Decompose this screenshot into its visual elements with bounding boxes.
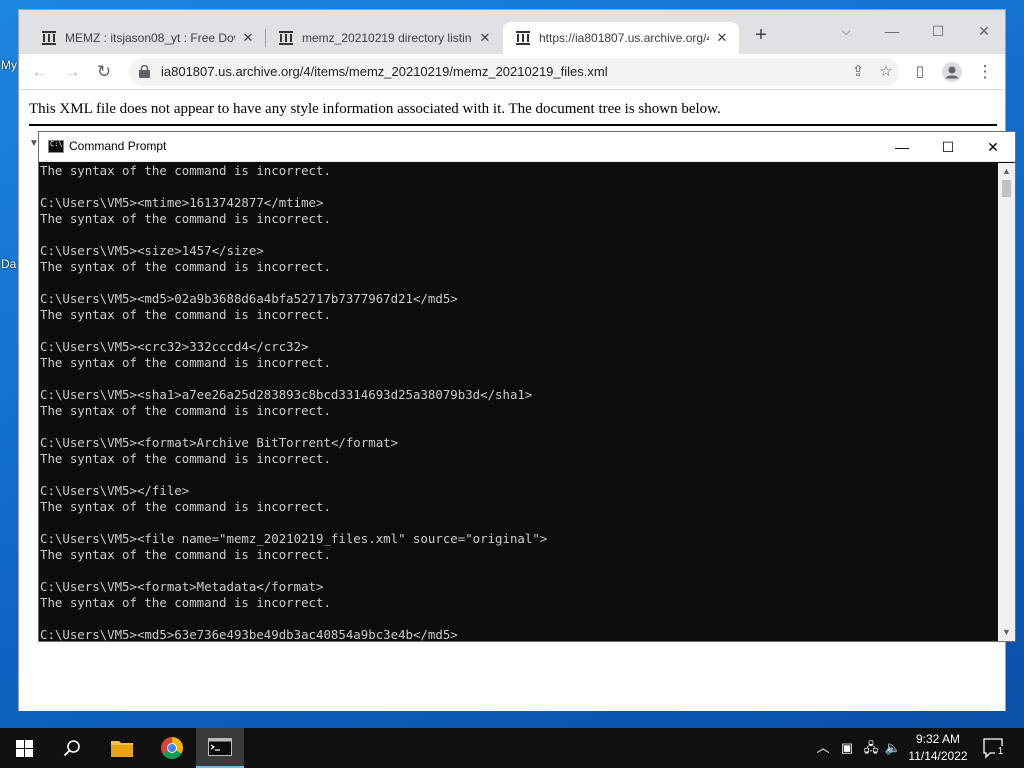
divider — [29, 124, 997, 126]
console-line: The syntax of the command is incorrect. — [40, 547, 331, 562]
address-bar[interactable]: ia801807.us.archive.org/4/items/memz_202… — [129, 58, 899, 86]
search-icon — [63, 740, 80, 757]
xml-style-notice: This XML file does not appear to have an… — [29, 101, 721, 117]
console-line: C:\Users\VM5><sha1>a7ee26a25d283893c8bcd… — [40, 387, 533, 402]
taskbar: ︿ ▣ 🖧 🔈 9:32 AM 11/14/2022 1 — [0, 728, 1024, 768]
cmd-app-icon — [48, 140, 64, 153]
scroll-up-arrow-icon[interactable]: ▲ — [998, 163, 1015, 180]
console-line: The syntax of the command is incorrect. — [40, 307, 331, 322]
console-line: C:\Users\VM5><md5>02a9b3688d6a4bfa52717b… — [40, 291, 458, 306]
archive-favicon-icon — [516, 31, 530, 45]
console-line: The syntax of the command is incorrect. — [40, 355, 331, 370]
network-icon[interactable]: 🖧 — [862, 738, 880, 758]
cmd-maximize-button[interactable]: ☐ — [925, 132, 971, 162]
folder-icon — [111, 741, 133, 757]
tab-search-chevron-icon[interactable]: ⌵ — [823, 16, 869, 46]
console-line: C:\Users\VM5></file> — [40, 483, 190, 498]
tab-memz-archive[interactable]: MEMZ : itsjason08_yt : Free Dow ✕ — [29, 22, 265, 54]
show-hidden-icons-chevron-icon[interactable]: ︿ — [814, 738, 832, 758]
bookmark-star-icon[interactable]: ☆ — [875, 62, 897, 82]
start-button[interactable] — [0, 728, 48, 768]
maximize-button[interactable]: ☐ — [915, 16, 961, 46]
cmd-taskbar-button[interactable] — [196, 728, 244, 768]
tab-directory-listing[interactable]: memz_20210219 directory listing ✕ — [266, 22, 502, 54]
url-text: ia801807.us.archive.org/4/items/memz_202… — [161, 64, 608, 79]
close-tab-icon[interactable]: ✕ — [476, 30, 494, 46]
desktop-icon-label[interactable]: My — [1, 58, 19, 72]
chrome-taskbar-button[interactable] — [148, 728, 196, 768]
console-line: The syntax of the command is incorrect. — [40, 403, 331, 418]
notification-count: 1 — [995, 746, 1006, 758]
chrome-icon — [161, 737, 183, 759]
menu-kebab-icon[interactable]: ⋮ — [971, 58, 999, 86]
close-window-button[interactable]: ✕ — [961, 16, 1007, 46]
reload-icon[interactable]: ↻ — [90, 58, 118, 86]
tab-files-xml[interactable]: https://ia801807.us.archive.org/4 ✕ — [503, 22, 739, 54]
console-line: C:\Users\VM5><md5>63e736e493be49db3ac408… — [40, 627, 458, 641]
file-explorer-button[interactable] — [98, 728, 146, 768]
console-line: C:\Users\VM5><file name="memz_20210219_f… — [40, 531, 548, 546]
tab-title: MEMZ : itsjason08_yt : Free Dow — [65, 31, 235, 45]
close-tab-icon[interactable]: ✕ — [239, 30, 257, 46]
windows-logo-icon — [15, 739, 33, 757]
cmd-minimize-button[interactable]: — — [879, 132, 925, 162]
notification-center-icon[interactable]: 1 — [982, 737, 1006, 759]
new-tab-button[interactable]: + — [749, 24, 773, 48]
console-line: The syntax of the command is incorrect. — [40, 451, 331, 466]
security-icon[interactable]: ▣ — [838, 738, 856, 758]
archive-favicon-icon — [42, 31, 56, 45]
console-line: The syntax of the command is incorrect. — [40, 595, 331, 610]
console-scrollbar[interactable]: ▲ ▼ — [998, 163, 1015, 641]
console-line: C:\Users\VM5><format>Metadata</format> — [40, 579, 324, 594]
clock-time: 9:32 AM — [915, 732, 961, 746]
back-arrow-icon[interactable]: ← — [26, 58, 54, 86]
browser-toolbar: ← → ↻ ia801807.us.archive.org/4/items/me… — [19, 54, 1005, 90]
console-line: C:\Users\VM5><format>Archive BitTorrent<… — [40, 435, 399, 450]
console-output[interactable]: The syntax of the command is incorrect. C… — [40, 163, 999, 641]
avatar-circle — [942, 62, 962, 82]
close-tab-icon[interactable]: ✕ — [713, 30, 731, 46]
clock-date: 11/14/2022 — [908, 749, 968, 763]
side-panel-icon[interactable]: ▯ — [906, 58, 934, 86]
scrollbar-thumb[interactable] — [1002, 180, 1011, 197]
archive-favicon-icon — [279, 31, 293, 45]
command-prompt-icon — [208, 738, 232, 756]
console-line: C:\Users\VM5><crc32>332cccd4</crc32> — [40, 339, 309, 354]
cmd-title-bar[interactable]: Command Prompt — ☐ ✕ — [39, 132, 1015, 162]
console-line: C:\Users\VM5><mtime>1613742877</mtime> — [40, 195, 324, 210]
profile-avatar-icon[interactable] — [938, 58, 966, 86]
volume-icon[interactable]: 🔈 — [884, 738, 902, 758]
minimize-button[interactable]: — — [869, 16, 915, 46]
tab-title: memz_20210219 directory listing — [302, 31, 472, 45]
command-prompt-window: Command Prompt — ☐ ✕ The syntax of the c… — [38, 131, 1016, 642]
console-line: The syntax of the command is incorrect. — [40, 211, 331, 226]
share-icon[interactable]: ⇪ — [847, 62, 869, 82]
lock-icon — [139, 65, 150, 78]
console-line: The syntax of the command is incorrect. — [40, 499, 331, 514]
console-line: The syntax of the command is incorrect. — [40, 259, 331, 274]
console-line: The syntax of the command is incorrect. — [40, 163, 331, 178]
forward-arrow-icon[interactable]: → — [58, 58, 86, 86]
tab-strip: MEMZ : itsjason08_yt : Free Dow ✕ memz_2… — [19, 10, 1005, 54]
cmd-close-button[interactable]: ✕ — [970, 132, 1016, 162]
desktop-icon-label[interactable]: Da — [1, 257, 19, 271]
cmd-window-title: Command Prompt — [69, 139, 167, 153]
console-line: C:\Users\VM5><size>1457</size> — [40, 243, 264, 258]
system-clock[interactable]: 9:32 AM 11/14/2022 — [904, 731, 972, 765]
scroll-down-arrow-icon[interactable]: ▼ — [998, 624, 1015, 641]
tab-title: https://ia801807.us.archive.org/4 — [539, 31, 709, 45]
search-button[interactable] — [48, 728, 96, 768]
